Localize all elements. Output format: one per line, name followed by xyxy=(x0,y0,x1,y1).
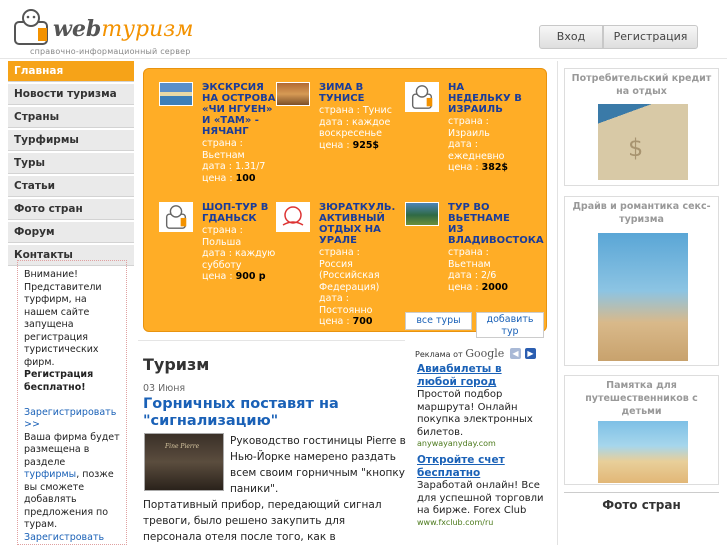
tour-price: цена : 925$ xyxy=(319,139,380,151)
tour-price: цена : 900 р xyxy=(202,271,266,282)
tour-title[interactable]: ШОП-ТУР В ГДАНЬСК xyxy=(202,202,278,224)
tour-price: цена : 382$ xyxy=(448,162,509,173)
tour-country: страна : Тунис xyxy=(319,105,392,116)
tour-title[interactable]: ЭКСКРСИЯ НА ОСТРОВА «ЧИ НГУЕН» И «ТАМ» -… xyxy=(202,82,278,137)
article-teaser-title[interactable]: Драйв и романтика секс-туризма xyxy=(565,197,718,226)
news-lead: Руководство гостиницы Pierre в Нью-Йорке… xyxy=(230,435,406,495)
nav-item-forum[interactable]: Форум xyxy=(8,222,134,243)
nav-item-travel-agencies[interactable]: Турфирмы xyxy=(8,130,134,151)
tour-date: дата : каждое воскресенье xyxy=(319,116,391,140)
tour-thumbnail[interactable] xyxy=(405,202,439,226)
tour-thumbnail-placeholder-icon[interactable] xyxy=(405,82,439,112)
ad-title-link[interactable]: Авиабилеты в любой город xyxy=(417,363,545,389)
tour-date: дата : каждую субботу xyxy=(202,248,276,271)
google-logo: Google xyxy=(465,347,505,360)
travel-agencies-link[interactable]: турфирмы xyxy=(24,469,76,480)
foto-divider xyxy=(564,492,719,493)
tour-thumbnail[interactable] xyxy=(276,202,310,232)
tour-price: цена : 2000 xyxy=(448,281,509,293)
tour-title[interactable]: НА НЕДЕЛЬКУ В ИЗРАИЛЬ xyxy=(448,82,524,115)
google-ads-block: Реклама от Google ◀ ▶ Авиабилеты в любой… xyxy=(415,345,545,545)
header-divider xyxy=(0,58,727,59)
news-image[interactable]: Fine Pierre xyxy=(144,433,224,491)
tour-thumbnail[interactable] xyxy=(159,82,193,106)
tour-title[interactable]: ЗЮРАТКУЛЬ. АКТИВНЫЙ ОТДЫХ НА УРАЛЕ xyxy=(319,202,395,246)
svg-text:$: $ xyxy=(628,134,643,162)
ad-text: Простой подбор маршрута! Онлайн покупка … xyxy=(417,389,533,438)
login-button[interactable]: Вход xyxy=(539,25,603,49)
article-teaser[interactable]: Потребительский кредит на отдых $ xyxy=(564,68,719,186)
ads-next-icon[interactable]: ▶ xyxy=(525,348,536,359)
tour-country: страна : Израиль xyxy=(448,116,490,139)
tour-country: страна : Польша xyxy=(202,225,243,248)
news-text: Портативный прибор, передающий сигнал тр… xyxy=(143,499,382,543)
site-logo[interactable]: webтуризм справочно-информационный серве… xyxy=(12,6,193,58)
news-image-caption: Fine Pierre xyxy=(165,443,200,450)
notice-free-registration: Регистрация бесплатно! xyxy=(24,369,94,393)
register-button[interactable]: Регистрация xyxy=(603,25,698,49)
logo-subtitle: справочно-информационный сервер xyxy=(30,47,191,56)
article-teaser-image[interactable] xyxy=(598,421,688,483)
register-agency-link-2[interactable]: Зарегистровать >> xyxy=(24,532,104,545)
notice-text: Внимание! Представители турфирм, на наше… xyxy=(24,269,102,368)
article-teaser-image[interactable] xyxy=(598,233,688,361)
ad-url[interactable]: www.fxclub.com/ru xyxy=(417,518,545,527)
tour-country: страна : Вьетнам xyxy=(448,247,491,270)
tour-date: дата : ежедневно xyxy=(448,139,505,162)
tour-thumbnail[interactable] xyxy=(276,82,310,106)
tour-date: дата : 1.31/7 xyxy=(202,161,266,172)
registration-notice: Внимание! Представители турфирм, на наше… xyxy=(17,260,127,545)
nav-item-countries[interactable]: Страны xyxy=(8,107,134,128)
nav-item-country-photos[interactable]: Фото стран xyxy=(8,199,134,220)
nav-item-articles[interactable]: Статьи xyxy=(8,176,134,197)
tour-date: дата : Постоянно xyxy=(319,293,373,316)
article-teaser[interactable]: Памятка для путешественников с детьми xyxy=(564,375,719,485)
ad-item[interactable]: Авиабилеты в любой город Простой подбор … xyxy=(417,363,545,448)
nav-item-tourism-news[interactable]: Новости туризма xyxy=(8,84,134,105)
article-teaser[interactable]: Драйв и романтика секс-туризма xyxy=(564,196,719,366)
tour-thumbnail-placeholder-icon[interactable] xyxy=(159,202,193,232)
tour-country: страна : Вьетнам xyxy=(202,138,245,161)
page-title: Туризм xyxy=(143,355,210,374)
notice-text-2a: Ваша фирма будет размещена в разделе xyxy=(24,431,120,468)
ad-item[interactable]: Откройте счет бесплатно Заработай онлайн… xyxy=(417,454,545,527)
tour-country: страна : Россия (Российская Федерация) xyxy=(319,247,380,293)
article-teaser-image[interactable]: $ xyxy=(598,104,688,180)
main-navigation: Главная Новости туризма Страны Турфирмы … xyxy=(8,61,134,268)
tourist-mascot-icon xyxy=(14,9,48,45)
ads-prev-icon[interactable]: ◀ xyxy=(510,348,521,359)
sand-dollar-icon: $ xyxy=(628,134,643,162)
tour-price: цена : 700 xyxy=(319,316,373,327)
ad-title-link[interactable]: Откройте счет бесплатно xyxy=(417,454,545,480)
nav-item-home[interactable]: Главная xyxy=(8,61,134,82)
tour-title[interactable]: ТУР ВО ВЬЕТНАМЕ ИЗ ВЛАДИВОСТОКА xyxy=(448,202,544,246)
country-photos-heading: Фото стран xyxy=(602,498,681,512)
tour-title[interactable]: ЗИМА В ТУНИСЕ xyxy=(319,82,395,104)
news-title-link[interactable]: Горничных поставят на "сигнализацию" xyxy=(143,396,403,430)
ad-text: Заработай онлайн! Все для успешной торго… xyxy=(417,480,544,516)
tours-panel: ЭКСКРСИЯ НА ОСТРОВА «ЧИ НГУЕН» И «ТАМ» -… xyxy=(143,68,547,338)
ads-header: Реклама от Google xyxy=(415,347,505,360)
ad-url[interactable]: anywayanyday.com xyxy=(417,439,545,448)
tour-logo-icon xyxy=(282,206,304,226)
content-divider xyxy=(138,340,405,341)
news-date: 03 Июня xyxy=(143,383,186,394)
register-agency-link[interactable]: Зарегистрировать >> xyxy=(24,407,116,431)
article-teaser-title[interactable]: Потребительский кредит на отдых xyxy=(565,69,718,98)
tour-date: дата : 2/6 xyxy=(448,270,497,281)
article-teaser-title[interactable]: Памятка для путешественников с детьми xyxy=(565,376,718,418)
add-tour-button[interactable]: добавить тур xyxy=(476,312,544,338)
logo-wordmark: webтуризм xyxy=(53,16,194,42)
all-tours-button[interactable]: все туры xyxy=(405,312,472,330)
tour-price: цена : 100 xyxy=(202,172,256,184)
nav-item-tours[interactable]: Туры xyxy=(8,153,134,174)
